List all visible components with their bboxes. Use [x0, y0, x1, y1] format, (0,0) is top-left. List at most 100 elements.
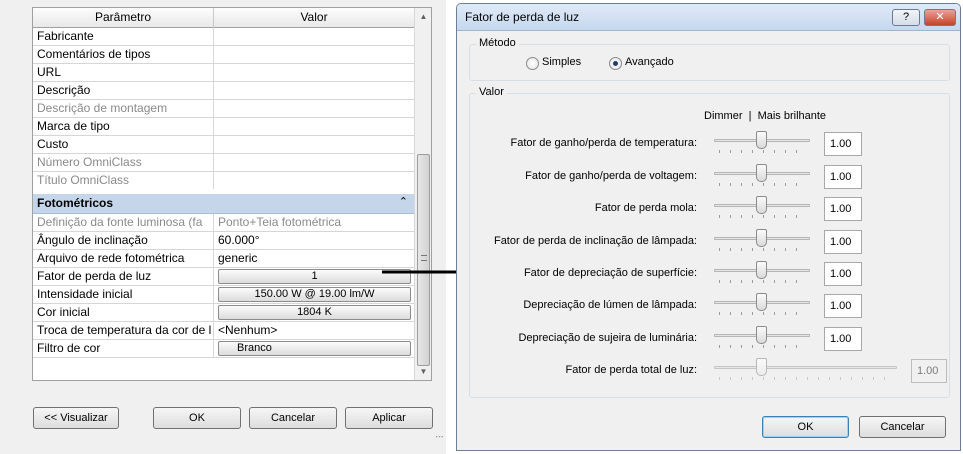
table-row: Título OmniClass [33, 172, 414, 190]
scroll-up-arrow-icon[interactable]: ▲ [415, 8, 431, 25]
table-row[interactable]: Marca de tipo [33, 118, 414, 136]
radio-simple-label[interactable]: Simples [542, 56, 581, 68]
slider-row-lamp-tilt: Fator de perda de inclinação de lâmpada:… [470, 227, 949, 257]
param-name: Intensidade inicial [33, 286, 214, 303]
param-name: Número OmniClass [33, 154, 214, 171]
properties-table: Parâmetro Valor Fabricante Comentários d… [32, 7, 432, 381]
param-value-field [215, 154, 414, 171]
slider-ticks [719, 345, 807, 348]
table-row[interactable]: Ângulo de inclinação 60.000° [33, 232, 414, 250]
value-input[interactable]: 1.00 [824, 262, 862, 286]
total-value-field: 1.00 [911, 359, 947, 383]
param-value-field[interactable] [215, 82, 414, 99]
param-value-field[interactable]: 60.000° [215, 232, 414, 249]
param-value-field[interactable] [215, 118, 414, 135]
value-input[interactable]: 1.00 [824, 197, 862, 221]
method-group: Método Simples Avançado [469, 37, 950, 81]
slider-ticks [719, 183, 807, 186]
table-row[interactable]: URL [33, 64, 414, 82]
value-input[interactable]: 1.00 [824, 132, 862, 156]
slider-thumb[interactable] [756, 326, 767, 344]
param-value-field[interactable]: <Nenhum> [215, 322, 414, 339]
dialog-titlebar[interactable]: Fator de perda de luz ? ✕ [457, 4, 960, 31]
param-name: Marca de tipo [33, 118, 214, 135]
initial-color-button[interactable]: 1804 K [218, 305, 411, 320]
param-name: Fator de perda de luz [33, 268, 214, 285]
close-icon[interactable]: ✕ [924, 9, 956, 26]
method-legend: Método [476, 37, 519, 49]
value-input[interactable]: 1.00 [824, 165, 862, 189]
type-properties-panel: Parâmetro Valor Fabricante Comentários d… [0, 0, 446, 454]
table-row[interactable]: Cor inicial 1804 K [33, 304, 414, 322]
value-input[interactable]: 1.00 [824, 327, 862, 351]
table-row: Definição da fonte luminosa (fa Ponto+Te… [33, 214, 414, 232]
radio-advanced-label[interactable]: Avançado [625, 56, 674, 68]
value-input[interactable]: 1.00 [824, 294, 862, 318]
slider-label: Fator de perda mola: [594, 202, 697, 214]
table-row[interactable]: Intensidade inicial 150.00 W @ 19.00 lm/… [33, 286, 414, 304]
slider-thumb[interactable] [756, 196, 767, 214]
value-input[interactable]: 1.00 [824, 230, 862, 254]
slider-row-lumen: Depreciação de lúmen de lâmpada: 1.00 [470, 291, 949, 321]
slider-ticks [719, 248, 807, 251]
slider-ticks [719, 312, 807, 315]
slider-track-disabled [714, 366, 897, 369]
param-value-field[interactable] [215, 64, 414, 81]
table-row[interactable]: Fator de perda de luz 1 [33, 268, 414, 286]
slider-ticks [719, 150, 807, 153]
slider-thumb[interactable] [756, 131, 767, 149]
slider-thumb[interactable] [756, 229, 767, 247]
dialog-cancel-button[interactable]: Cancelar [859, 416, 946, 438]
slider-label: Fator de depreciação de superfície: [523, 267, 697, 279]
table-row[interactable]: Troca de temperatura da cor de l <Nenhum… [33, 322, 414, 340]
group-header-photometric[interactable]: Fotométricos ⌃ [33, 194, 414, 214]
collapse-chevron-icon[interactable]: ⌃ [399, 195, 408, 208]
param-name: Troca de temperatura da cor de l [33, 322, 214, 339]
column-header-value[interactable]: Valor [214, 8, 414, 28]
initial-intensity-button[interactable]: 150.00 W @ 19.00 lm/W [218, 287, 411, 302]
ok-button[interactable]: OK [153, 407, 241, 429]
slider-thumb[interactable] [756, 293, 767, 311]
param-name: Ângulo de inclinação [33, 232, 214, 249]
preview-button[interactable]: << Visualizar [33, 407, 119, 429]
param-value-field [215, 172, 414, 189]
cancel-button[interactable]: Cancelar [249, 407, 337, 429]
table-row[interactable]: Comentários de tipos [33, 46, 414, 64]
table-row[interactable]: Fabricante [33, 28, 414, 46]
param-name: Definição da fonte luminosa (fa [33, 214, 214, 231]
table-header: Parâmetro Valor [33, 8, 414, 28]
dialog-ok-button[interactable]: OK [762, 416, 849, 438]
apply-button[interactable]: Aplicar [345, 407, 433, 429]
vertical-scrollbar[interactable]: ▲ ▼ [414, 8, 431, 380]
slider-label: Fator de perda de inclinação de lâmpada: [493, 235, 697, 247]
resize-grip-icon[interactable]: ⠠⠤ [432, 431, 444, 444]
scroll-down-arrow-icon[interactable]: ▼ [415, 363, 431, 380]
table-row[interactable]: Custo [33, 136, 414, 154]
color-filter-button[interactable]: Branco [218, 341, 411, 356]
slider-ticks [719, 377, 894, 380]
table-row[interactable]: Filtro de cor Branco [33, 340, 414, 358]
help-button[interactable]: ? [892, 9, 920, 26]
radio-advanced[interactable] [609, 57, 622, 70]
param-value-field[interactable] [215, 136, 414, 153]
param-name: Cor inicial [33, 304, 214, 321]
slider-label: Fator de perda total de luz: [565, 364, 697, 376]
slider-label: Depreciação de sujeira de luminária: [518, 332, 697, 344]
scale-header: Dimmer | Mais brilhante [704, 110, 827, 122]
param-value-field[interactable] [215, 46, 414, 63]
dialog-title: Fator de perda de luz [465, 10, 580, 24]
table-row[interactable]: Arquivo de rede fotométrica generic [33, 250, 414, 268]
slider-ticks [719, 215, 807, 218]
scrollbar-thumb[interactable] [417, 154, 430, 366]
slider-row-voltage: Fator de ganho/perda de voltagem: 1.00 [470, 162, 949, 192]
param-value-field[interactable] [215, 28, 414, 45]
light-loss-factor-dialog: Fator de perda de luz ? ✕ Método Simples… [456, 3, 961, 451]
param-name: Título OmniClass [33, 172, 214, 189]
radio-simple[interactable] [526, 57, 539, 70]
param-value-field [215, 100, 414, 117]
slider-thumb[interactable] [756, 261, 767, 279]
table-row[interactable]: Descrição [33, 82, 414, 100]
slider-thumb[interactable] [756, 164, 767, 182]
column-header-parameter[interactable]: Parâmetro [33, 8, 214, 28]
slider-label: Depreciação de lúmen de lâmpada: [523, 299, 697, 311]
